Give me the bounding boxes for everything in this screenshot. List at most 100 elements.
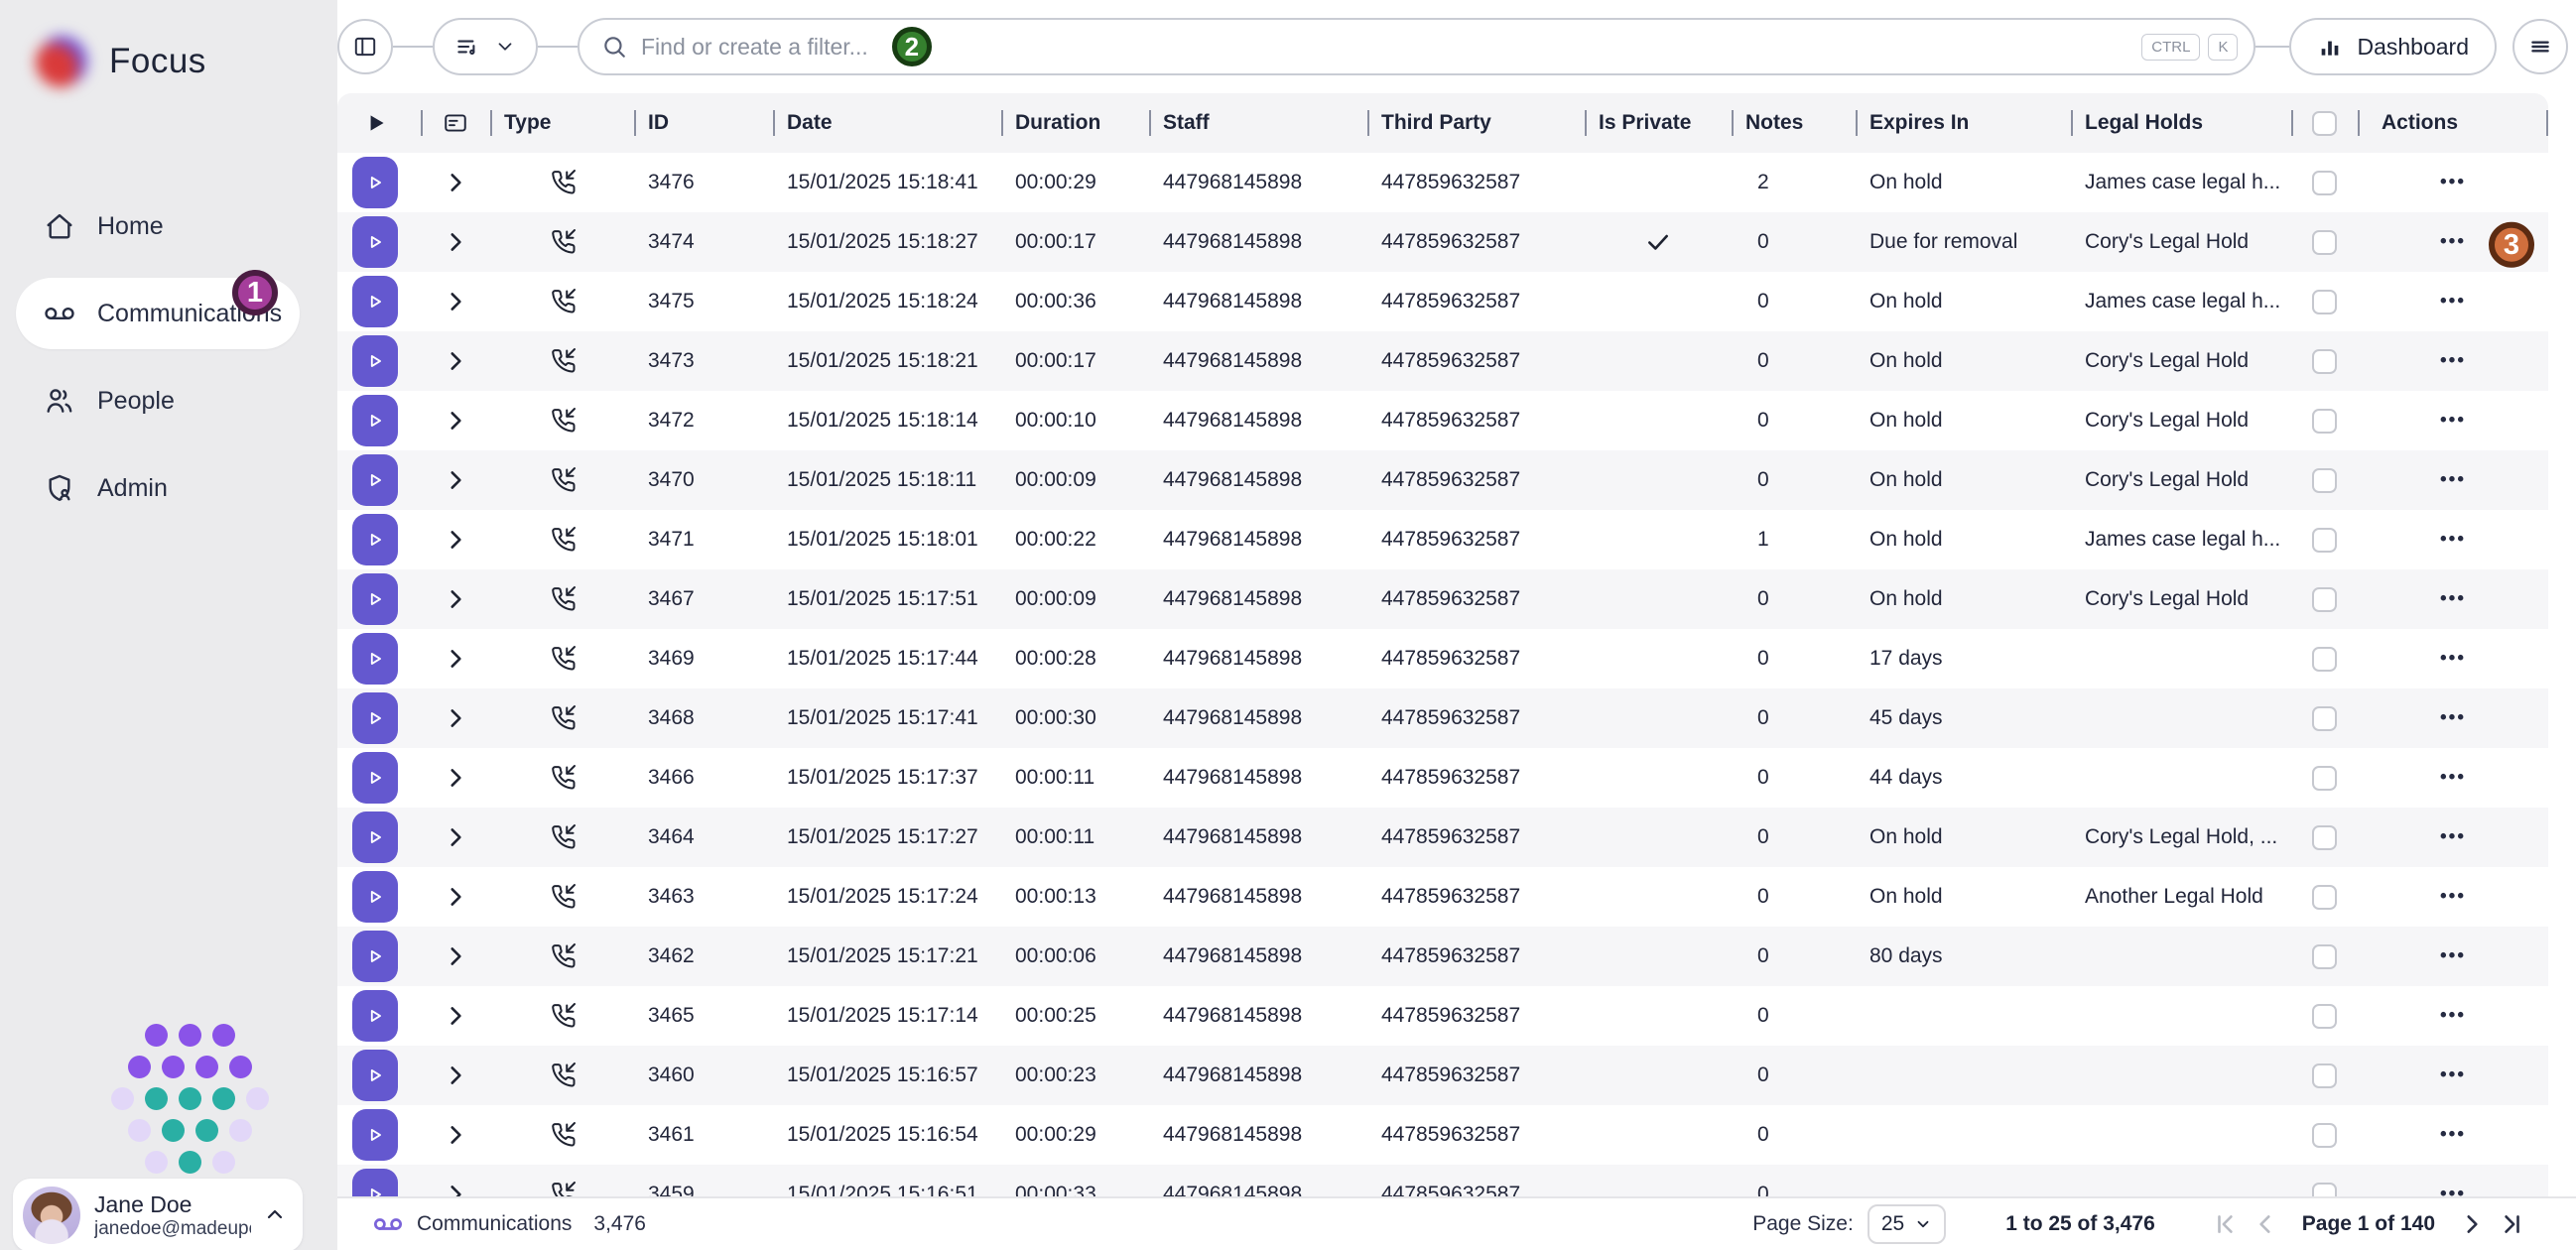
last-page-button[interactable]: [2499, 1211, 2524, 1237]
play-button[interactable]: [352, 514, 398, 565]
row-actions-button[interactable]: •••: [2440, 648, 2466, 670]
play-button[interactable]: [352, 335, 398, 387]
expand-row-button[interactable]: [421, 765, 490, 791]
header-staff[interactable]: Staff: [1149, 93, 1367, 153]
play-button[interactable]: [352, 1050, 398, 1101]
row-actions-button[interactable]: •••: [2440, 172, 2466, 193]
row-actions-button[interactable]: •••: [2440, 1064, 2466, 1086]
row-actions-button[interactable]: •••: [2440, 707, 2466, 729]
expand-row-button[interactable]: [421, 646, 490, 672]
play-button[interactable]: [352, 395, 398, 446]
row-checkbox[interactable]: [2312, 290, 2337, 314]
filter-menu-button[interactable]: [433, 18, 538, 75]
play-button[interactable]: [352, 633, 398, 685]
expand-row-button[interactable]: [421, 348, 490, 374]
dashboard-button[interactable]: Dashboard: [2289, 18, 2497, 75]
expand-row-button[interactable]: [421, 408, 490, 434]
expand-row-button[interactable]: [421, 586, 490, 612]
play-button[interactable]: [352, 752, 398, 804]
row-actions-button[interactable]: •••: [2440, 291, 2466, 312]
expand-row-button[interactable]: [421, 884, 490, 910]
expand-row-button[interactable]: [421, 1003, 490, 1029]
row-checkbox[interactable]: [2312, 1183, 2337, 1197]
expand-row-button[interactable]: [421, 1062, 490, 1088]
play-button[interactable]: [352, 931, 398, 982]
sidebar-item-admin[interactable]: Admin: [0, 444, 337, 532]
header-legal-holds[interactable]: Legal Holds: [2071, 93, 2291, 153]
header-is-private[interactable]: Is Private: [1585, 93, 1732, 153]
play-button[interactable]: [352, 216, 398, 268]
sidebar-item-home[interactable]: Home: [0, 183, 337, 270]
row-checkbox[interactable]: [2312, 944, 2337, 969]
row-actions-button[interactable]: •••: [2440, 231, 2466, 253]
first-page-button[interactable]: [2213, 1211, 2239, 1237]
row-actions-button[interactable]: •••: [2440, 886, 2466, 908]
row-checkbox[interactable]: [2312, 766, 2337, 791]
row-actions-button[interactable]: •••: [2440, 826, 2466, 848]
row-actions-button[interactable]: •••: [2440, 767, 2466, 789]
row-checkbox[interactable]: [2312, 587, 2337, 612]
header-type[interactable]: Type: [490, 93, 634, 153]
expand-row-button[interactable]: [421, 824, 490, 850]
row-checkbox[interactable]: [2312, 1123, 2337, 1148]
header-date[interactable]: Date: [773, 93, 1001, 153]
row-actions-button[interactable]: •••: [2440, 945, 2466, 967]
expand-row-button[interactable]: [421, 1122, 490, 1148]
expand-row-button[interactable]: [421, 527, 490, 553]
expand-row-button[interactable]: [421, 289, 490, 314]
filter-search-input[interactable]: Find or create a filter... 2 CTRL K: [578, 18, 2255, 75]
row-actions-button[interactable]: •••: [2440, 1124, 2466, 1146]
row-actions-button[interactable]: •••: [2440, 469, 2466, 491]
row-checkbox[interactable]: [2312, 528, 2337, 553]
row-checkbox[interactable]: [2312, 230, 2337, 255]
row-checkbox[interactable]: [2312, 409, 2337, 434]
sidebar-item-people[interactable]: People: [0, 357, 337, 444]
row-checkbox[interactable]: [2312, 825, 2337, 850]
row-checkbox[interactable]: [2312, 1004, 2337, 1029]
row-checkbox[interactable]: [2312, 171, 2337, 195]
expand-row-button[interactable]: [421, 170, 490, 195]
chevron-up-icon[interactable]: [263, 1203, 287, 1227]
sidebar-toggle-button[interactable]: [337, 19, 393, 74]
header-id[interactable]: ID: [634, 93, 773, 153]
header-card-view-column[interactable]: [421, 93, 490, 153]
user-profile-card[interactable]: Jane Doe janedoe@madeupe...: [13, 1179, 303, 1250]
row-checkbox[interactable]: [2312, 349, 2337, 374]
row-checkbox[interactable]: [2312, 647, 2337, 672]
row-checkbox[interactable]: [2312, 1063, 2337, 1088]
expand-row-button[interactable]: [421, 1182, 490, 1196]
header-duration[interactable]: Duration: [1001, 93, 1149, 153]
play-button[interactable]: [352, 157, 398, 208]
row-actions-button[interactable]: •••: [2440, 410, 2466, 432]
row-checkbox[interactable]: [2312, 885, 2337, 910]
play-button[interactable]: [352, 871, 398, 923]
expand-row-button[interactable]: [421, 705, 490, 731]
row-checkbox[interactable]: [2312, 706, 2337, 731]
play-button[interactable]: [352, 276, 398, 327]
play-button[interactable]: [352, 1109, 398, 1161]
play-button[interactable]: [352, 990, 398, 1042]
row-checkbox[interactable]: [2312, 468, 2337, 493]
play-button[interactable]: [352, 573, 398, 625]
row-actions-button[interactable]: •••: [2440, 529, 2466, 551]
expand-row-button[interactable]: [421, 943, 490, 969]
play-button[interactable]: [352, 812, 398, 863]
prev-page-button[interactable]: [2253, 1211, 2278, 1237]
header-notes[interactable]: Notes: [1732, 93, 1856, 153]
page-size-select[interactable]: 25: [1868, 1204, 1946, 1244]
id-cell: 3459: [634, 1183, 773, 1196]
play-button[interactable]: [352, 1169, 398, 1196]
header-expires-in[interactable]: Expires In: [1856, 93, 2071, 153]
play-button[interactable]: [352, 692, 398, 744]
header-third-party[interactable]: Third Party: [1367, 93, 1585, 153]
row-actions-button[interactable]: •••: [2440, 1005, 2466, 1027]
row-actions-button[interactable]: •••: [2440, 588, 2466, 610]
next-page-button[interactable]: [2459, 1211, 2485, 1237]
row-actions-button[interactable]: •••: [2440, 1184, 2466, 1196]
expand-row-button[interactable]: [421, 467, 490, 493]
menu-button[interactable]: [2512, 19, 2568, 74]
play-button[interactable]: [352, 454, 398, 506]
select-all-checkbox[interactable]: [2312, 111, 2337, 136]
expand-row-button[interactable]: [421, 229, 490, 255]
row-actions-button[interactable]: •••: [2440, 350, 2466, 372]
